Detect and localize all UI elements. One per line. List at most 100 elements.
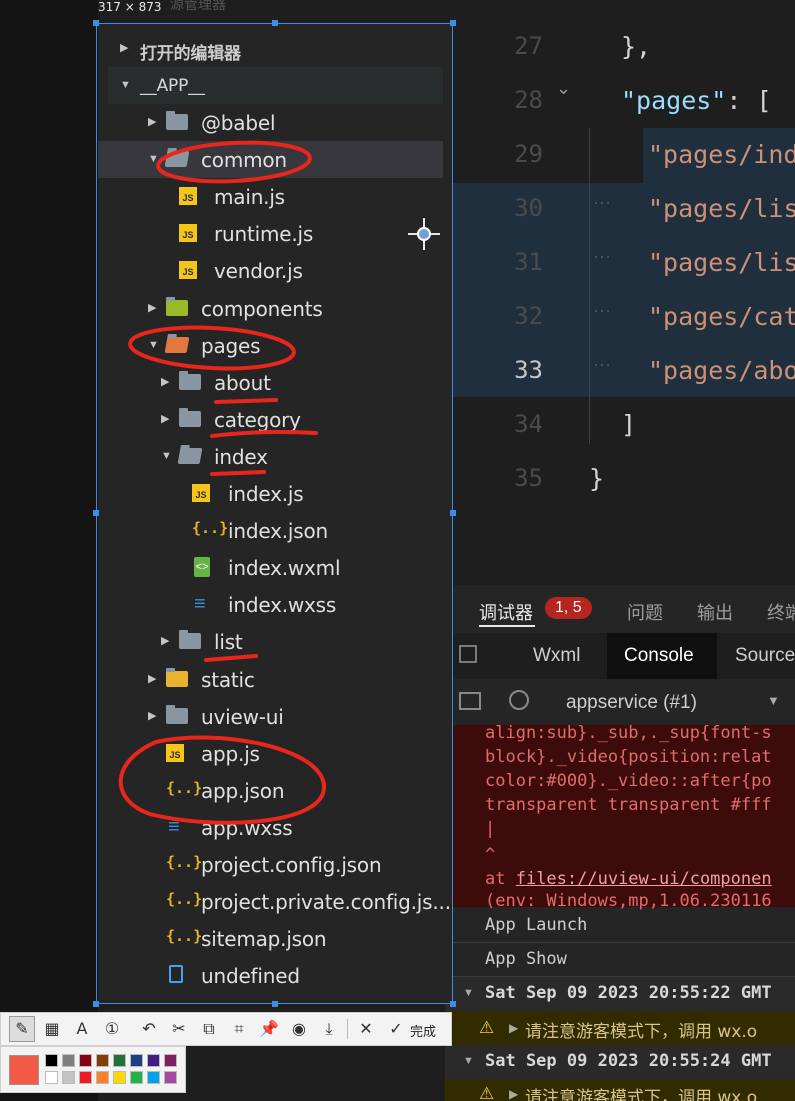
line-number: 34 xyxy=(514,410,543,438)
color-swatch[interactable] xyxy=(164,1071,177,1084)
tab-problems[interactable]: 问题 xyxy=(627,599,663,625)
resize-handle[interactable] xyxy=(450,1001,456,1007)
tab-output[interactable]: 输出 xyxy=(697,599,733,625)
console-toolbar: appservice (#1) ▼ xyxy=(445,679,795,726)
sidebar-toggle-icon[interactable] xyxy=(459,692,481,710)
tree-item-runtime-js[interactable]: JS runtime.js xyxy=(98,215,443,252)
tree-item-index[interactable]: ▼ index xyxy=(98,438,443,475)
color-swatch[interactable] xyxy=(130,1054,143,1067)
tree-item-pages[interactable]: ▼ pages xyxy=(98,327,443,364)
color-swatch[interactable] xyxy=(45,1071,58,1084)
error-stack-line: at files://uview-ui/componen xyxy=(485,869,772,889)
folder-icon xyxy=(166,296,188,319)
resize-handle[interactable] xyxy=(93,510,99,516)
tree-item-main-js[interactable]: JS main.js xyxy=(98,178,443,215)
tree-item-vendor-js[interactable]: JS vendor.js xyxy=(98,252,443,289)
context-selector[interactable]: appservice (#1) xyxy=(566,692,697,714)
clear-console-icon[interactable] xyxy=(509,690,529,710)
record-icon[interactable]: ◉ xyxy=(289,1019,309,1039)
color-swatch[interactable] xyxy=(62,1071,75,1084)
tree-item-index-wxss[interactable]: ≡ index.wxss xyxy=(98,586,443,623)
tree-item-app-json[interactable]: {..} app.json xyxy=(98,772,443,809)
tree-item-index-js[interactable]: JS index.js xyxy=(98,475,443,512)
color-swatch[interactable] xyxy=(45,1054,58,1067)
text-icon[interactable]: A xyxy=(72,1019,92,1039)
tree-item-components[interactable]: ▶ components xyxy=(98,290,443,327)
line-number: 29 xyxy=(514,140,543,168)
tab-sources[interactable]: Source xyxy=(735,645,795,667)
collapse-icon: ▼ xyxy=(463,987,474,999)
tree-item-uview-ui[interactable]: ▶ uview-ui xyxy=(98,698,443,735)
color-swatch[interactable] xyxy=(164,1054,177,1067)
code-line: } xyxy=(589,464,605,493)
copy-icon[interactable]: ⧉ xyxy=(199,1019,219,1039)
open-editors-header[interactable]: ▶ 打开的编辑器 xyxy=(98,30,443,67)
inspect-icon[interactable] xyxy=(459,645,477,663)
tree-item-static[interactable]: ▶ static xyxy=(98,661,443,698)
error-line: | xyxy=(485,819,496,839)
tab-terminal[interactable]: 终端 xyxy=(767,599,795,625)
tree-item-about[interactable]: ▶ about xyxy=(98,364,443,401)
tree-item-index-wxml[interactable]: <> index.wxml xyxy=(98,549,443,586)
tree-item-project-config-json[interactable]: {..} project.config.json xyxy=(98,846,443,883)
dropdown-caret-icon[interactable]: ▼ xyxy=(767,693,780,708)
color-swatch[interactable] xyxy=(113,1054,126,1067)
resize-handle[interactable] xyxy=(93,1001,99,1007)
tab-wxml[interactable]: Wxml xyxy=(533,645,580,667)
group-label: __APP__ xyxy=(140,76,205,96)
current-color-swatch[interactable] xyxy=(9,1055,39,1085)
js-file-icon: JS xyxy=(179,185,201,207)
tree-item-category[interactable]: ▶ category xyxy=(98,401,443,438)
tree-item-undefined[interactable]: undefined xyxy=(98,957,443,994)
color-swatch[interactable] xyxy=(79,1071,92,1084)
app-root-header[interactable]: ▼ __APP__ xyxy=(98,67,443,104)
resize-handle[interactable] xyxy=(450,20,456,26)
color-swatch[interactable] xyxy=(79,1054,92,1067)
number-icon[interactable]: ① xyxy=(102,1019,122,1039)
ocr-icon[interactable]: ⌗ xyxy=(229,1019,249,1039)
resize-handle[interactable] xyxy=(450,510,456,516)
tree-item-babel[interactable]: ▶ @babel xyxy=(98,104,443,141)
tab-console-active[interactable]: Console xyxy=(607,633,717,679)
resize-handle[interactable] xyxy=(272,1001,278,1007)
expand-icon[interactable]: ▶ xyxy=(509,1087,518,1101)
color-swatch[interactable] xyxy=(96,1071,109,1084)
log-group-header[interactable]: ▼ Sat Sep 09 2023 20:55:22 GMT xyxy=(445,977,795,1011)
error-source-link[interactable]: files://uview-ui/componen xyxy=(516,869,772,889)
tree-item-list[interactable]: ▶ list xyxy=(98,623,443,660)
chevron-right-icon: ▶ xyxy=(148,709,157,722)
confirm-check-icon[interactable]: ✓ xyxy=(386,1019,406,1039)
warning-icon: ⚠ xyxy=(479,1018,495,1037)
close-icon[interactable]: ✕ xyxy=(356,1019,376,1039)
expand-icon[interactable]: ▶ xyxy=(509,1021,518,1035)
tree-item-app-wxss[interactable]: ≡ app.wxss xyxy=(98,809,443,846)
done-button[interactable]: 完成 xyxy=(410,1021,436,1040)
pin-icon[interactable]: 📌 xyxy=(259,1019,279,1039)
code-line: "pages/abo xyxy=(648,356,795,385)
tree-item-project-private-config-js[interactable]: {..} project.private.config.js... xyxy=(98,883,451,920)
fold-chevron-icon[interactable]: ⌄ xyxy=(556,78,571,99)
tree-item-label: about xyxy=(214,370,271,395)
color-swatch[interactable] xyxy=(96,1054,109,1067)
log-group-header[interactable]: ▼ Sat Sep 09 2023 20:55:24 GMT xyxy=(445,1045,795,1079)
download-icon[interactable]: ⤓ xyxy=(319,1019,339,1039)
tab-debugger[interactable]: 调试器 xyxy=(479,599,533,625)
code-editor[interactable]: 27 }, 28 ⌄ "pages": [ 29 "pages/ind 30 ·… xyxy=(453,0,795,585)
explorer-title-faint: 源管理器 xyxy=(170,0,226,13)
color-swatch[interactable] xyxy=(147,1054,160,1067)
tree-item-sitemap-json[interactable]: {..} sitemap.json xyxy=(98,920,443,957)
tree-item-common[interactable]: ▼ common xyxy=(98,141,443,179)
resize-handle[interactable] xyxy=(272,20,278,26)
line-number: 30 xyxy=(514,194,543,222)
crop-icon[interactable]: ✂ xyxy=(169,1019,189,1039)
undo-icon[interactable]: ↶ xyxy=(139,1019,159,1039)
tree-item-app-js[interactable]: JS app.js xyxy=(98,735,443,772)
pen-icon[interactable]: ✎ xyxy=(12,1019,32,1039)
color-swatch[interactable] xyxy=(113,1071,126,1084)
mosaic-icon[interactable]: ▦ xyxy=(42,1019,62,1039)
tree-item-index-json[interactable]: {..} index.json xyxy=(98,512,443,549)
color-swatch[interactable] xyxy=(147,1071,160,1084)
color-swatch[interactable] xyxy=(62,1054,75,1067)
color-swatch[interactable] xyxy=(130,1071,143,1084)
resize-handle[interactable] xyxy=(93,20,99,26)
